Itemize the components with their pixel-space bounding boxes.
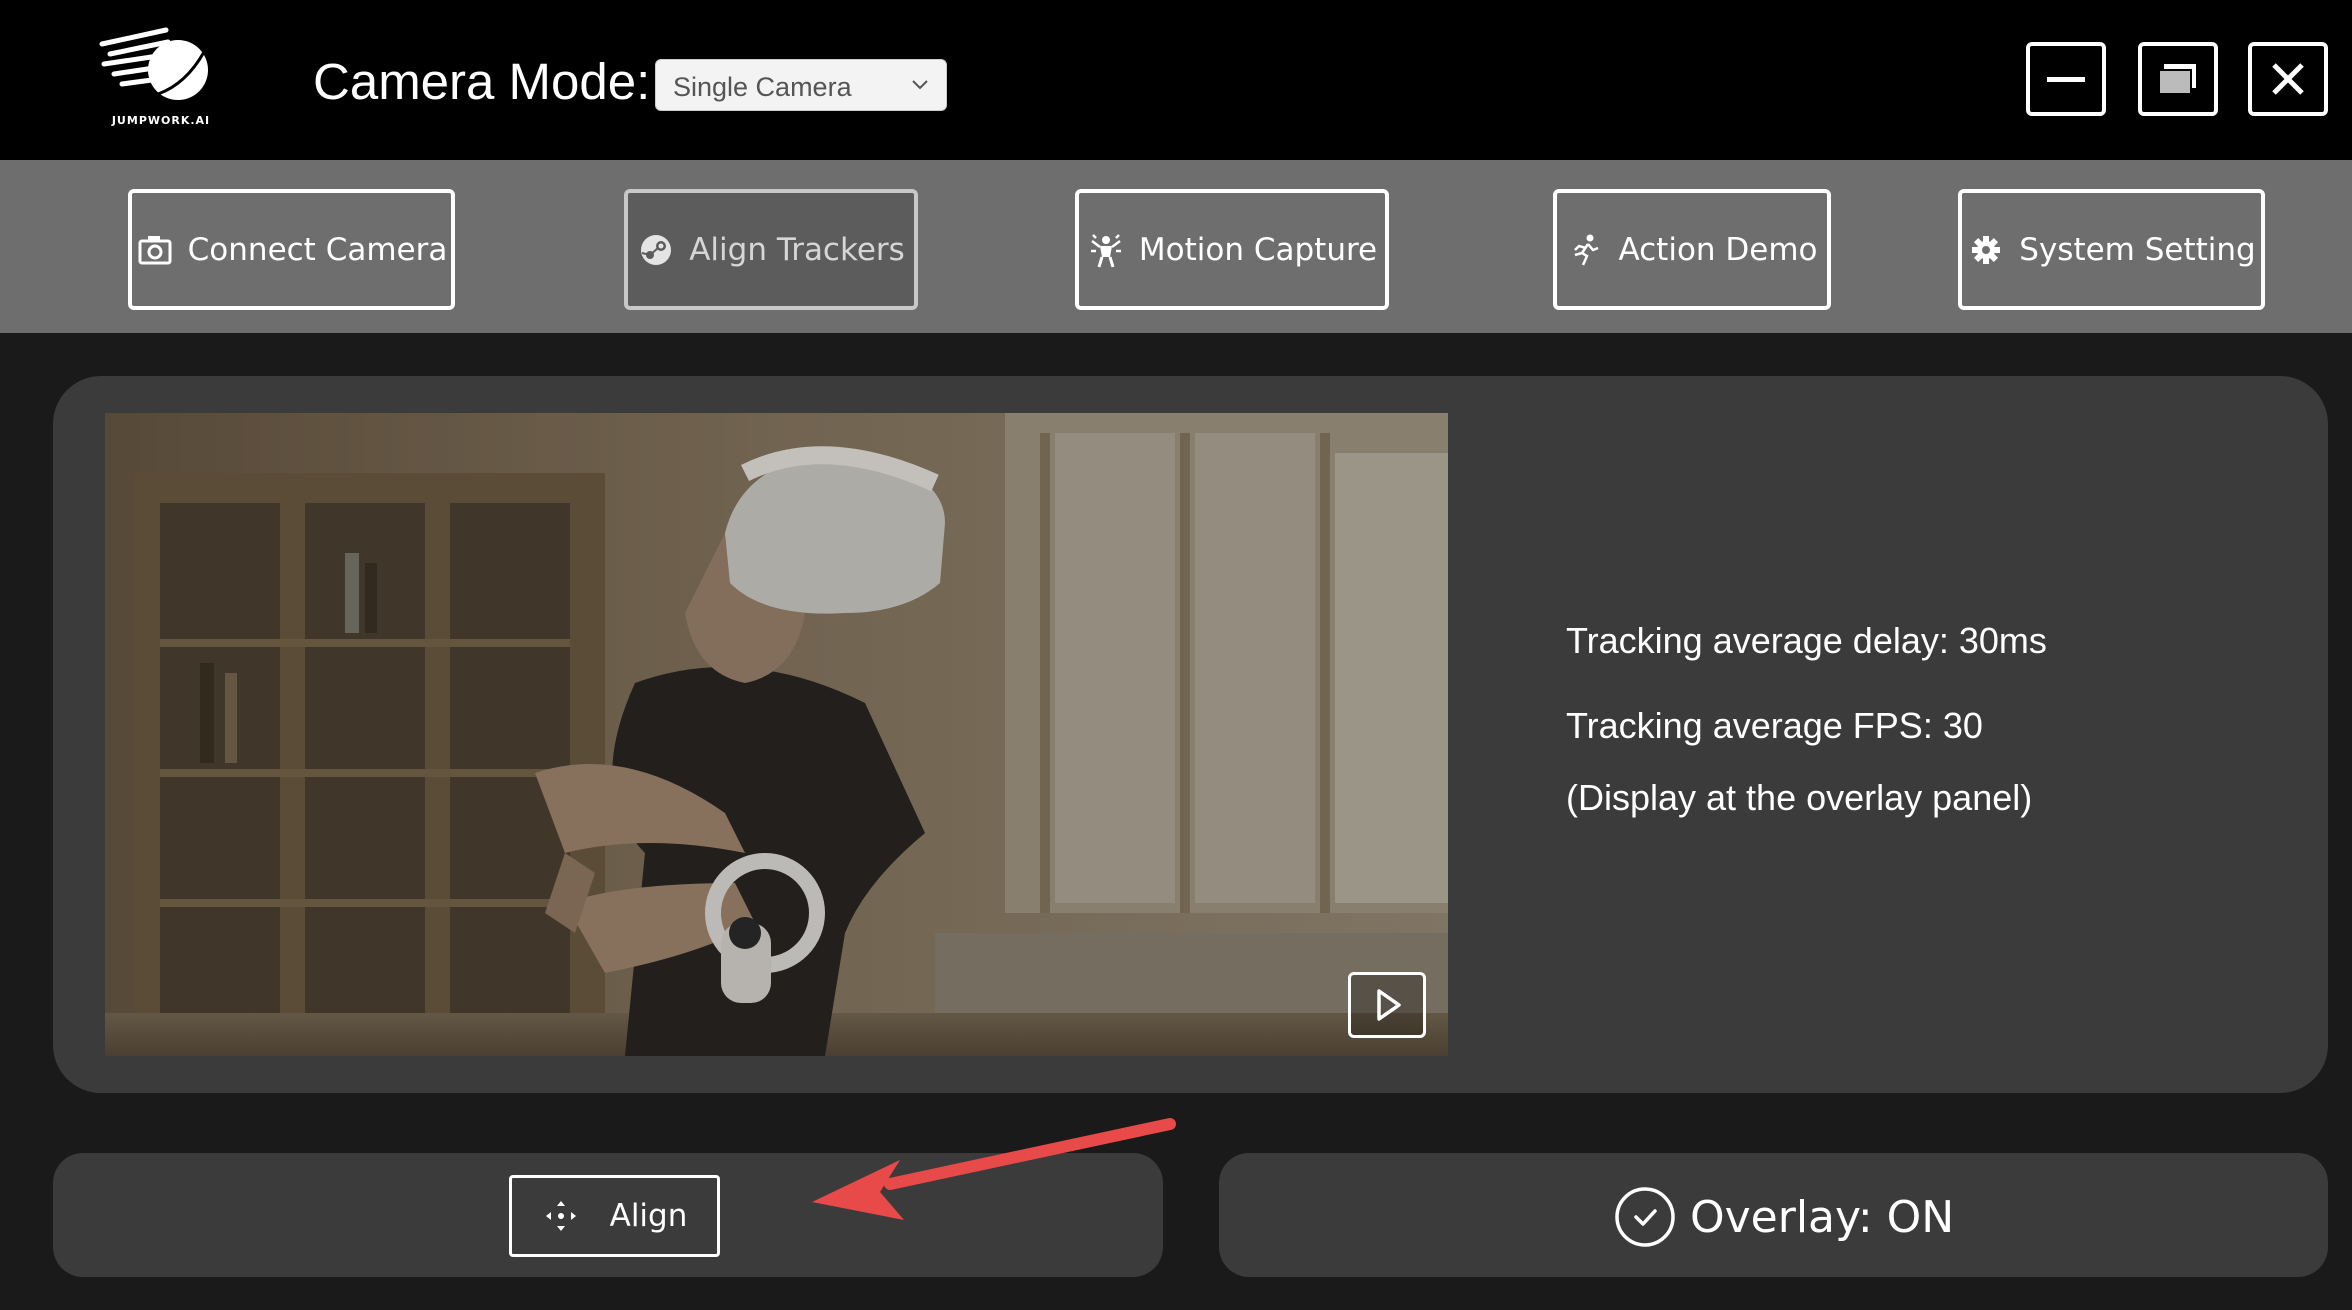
annotation-arrow-icon bbox=[812, 1118, 1176, 1220]
restore-button[interactable] bbox=[2138, 42, 2218, 116]
check-circle-icon bbox=[1615, 1187, 1675, 1247]
play-icon bbox=[1377, 989, 1401, 1021]
align-trackers-label: Align Trackers bbox=[689, 231, 905, 268]
running-person-icon bbox=[1574, 234, 1599, 266]
motion-capture-label: Motion Capture bbox=[1138, 231, 1378, 268]
tracking-delay-text: Tracking average delay: 30ms bbox=[1566, 620, 2047, 661]
tracking-fps-text: Tracking average FPS: 30 bbox=[1566, 705, 1983, 746]
align-label: Align bbox=[609, 1198, 688, 1234]
chevron-down-icon bbox=[912, 80, 928, 90]
overlay-toggle[interactable]: Overlay: ON bbox=[1614, 1184, 1954, 1250]
camera-mode-select[interactable]: Single Camera bbox=[655, 59, 947, 111]
close-icon bbox=[2272, 63, 2304, 95]
logo-text: JUMPWORK.AI bbox=[111, 114, 211, 127]
motion-capture-icon bbox=[1090, 233, 1121, 267]
action-demo-button[interactable]: Action Demo bbox=[1553, 189, 1831, 310]
align-button[interactable]: Align bbox=[509, 1175, 720, 1257]
motion-capture-button[interactable]: Motion Capture bbox=[1075, 189, 1389, 310]
action-demo-label: Action Demo bbox=[1618, 231, 1818, 268]
gear-icon bbox=[1972, 235, 2001, 264]
play-button[interactable] bbox=[1348, 972, 1426, 1038]
camera-feed-image bbox=[105, 413, 1448, 1056]
title-bar: JUMPWORK.AI Camera Mode: Single Camera bbox=[0, 0, 2352, 160]
camera-preview bbox=[105, 413, 1448, 1056]
move-arrows-icon bbox=[545, 1201, 576, 1231]
main-toolbar: Connect Camera Align Trackers Motion Cap… bbox=[0, 160, 2352, 333]
logo-icon bbox=[99, 27, 208, 100]
jumpwork-logo: JUMPWORK.AI bbox=[96, 24, 226, 134]
minimize-button[interactable] bbox=[2026, 42, 2106, 116]
connect-camera-button[interactable]: Connect Camera bbox=[128, 189, 455, 310]
align-trackers-button[interactable]: Align Trackers bbox=[624, 189, 918, 310]
system-setting-label: System Setting bbox=[2019, 231, 2256, 268]
steam-icon bbox=[641, 234, 672, 265]
restore-icon bbox=[2158, 64, 2196, 95]
camera-icon bbox=[138, 235, 172, 264]
overlay-note-text: (Display at the overlay panel) bbox=[1566, 777, 2033, 818]
system-setting-button[interactable]: System Setting bbox=[1958, 189, 2265, 310]
minimize-icon bbox=[2047, 77, 2085, 82]
overlay-label: Overlay: ON bbox=[1690, 1191, 1955, 1243]
close-button[interactable] bbox=[2248, 42, 2328, 116]
camera-mode-label: Camera Mode: bbox=[313, 53, 651, 110]
connect-camera-label: Connect Camera bbox=[187, 231, 448, 268]
camera-mode-value: Single Camera bbox=[673, 72, 852, 102]
